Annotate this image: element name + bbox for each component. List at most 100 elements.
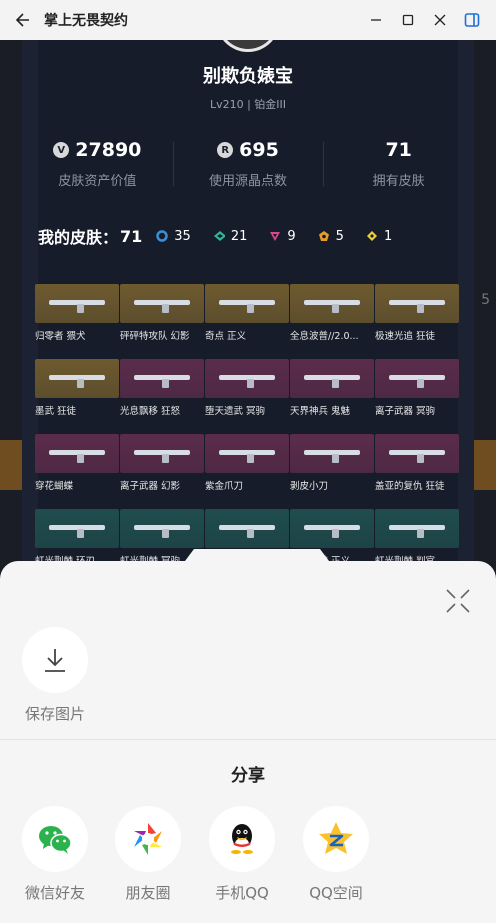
save-image-circle	[22, 627, 88, 693]
skin-thumbnail	[35, 509, 119, 548]
tier-ultra: 1	[366, 229, 392, 244]
stats-row: V 27890 皮肤资产价值 R 695 使用源晶点数 71 拥有皮肤	[22, 136, 474, 196]
card-right-stripe	[458, 40, 474, 580]
background-right-accent	[474, 440, 496, 490]
weapon-grip	[332, 529, 339, 538]
share-qzone-button[interactable]: QQ空间	[303, 806, 369, 903]
skin-label: 天界神兵 鬼魅	[290, 406, 351, 417]
maximize-button[interactable]	[392, 0, 424, 40]
weapon-grip	[417, 529, 424, 538]
tier-count: 35	[174, 228, 191, 244]
weapon-grip	[162, 304, 169, 313]
minimize-button[interactable]	[360, 0, 392, 40]
weapon-grip	[162, 379, 169, 388]
tier-exclusive: 5	[318, 229, 344, 244]
skin-label: 盖亚的复仇 狂徒	[375, 481, 445, 492]
weapon-grip	[332, 379, 339, 388]
skin-thumbnail	[35, 284, 119, 323]
skin-item: 离子武器 幻影	[120, 434, 204, 492]
moments-icon	[134, 823, 162, 855]
tier-select: 35	[156, 229, 191, 244]
share-label: 朋友圈	[125, 884, 171, 902]
skin-thumbnail	[205, 509, 289, 548]
close-window-button[interactable]	[424, 0, 456, 40]
weapon-grip	[247, 529, 254, 538]
skin-item: 极速光追 狂徒	[375, 284, 459, 342]
window-title: 掌上无畏契约	[44, 13, 128, 29]
player-level: Lv210 | 铂金III	[209, 98, 287, 111]
sheet-close-button[interactable]	[440, 583, 476, 619]
skin-item: 奇点 正义	[205, 284, 289, 342]
window-titlebar: 掌上无畏契约	[0, 0, 496, 40]
weapon-grip	[77, 454, 84, 463]
close-icon	[434, 14, 446, 26]
skin-label: 离子武器 幻影	[120, 481, 181, 492]
stat-label: 皮肤资产价值	[58, 174, 137, 189]
share-qq-button[interactable]: 手机QQ	[209, 806, 275, 903]
avatar	[216, 40, 280, 52]
back-button[interactable]	[0, 0, 44, 40]
share-wechat-button[interactable]: 微信好友	[22, 806, 88, 903]
weapon-grip	[417, 379, 424, 388]
skin-label: 穿花蝴蝶	[35, 481, 74, 492]
save-image-button[interactable]: 保存图片	[22, 627, 88, 724]
player-name: 别欺负婊宝	[203, 66, 293, 87]
tier-exclusive-icon	[318, 230, 330, 242]
wechat-icon	[39, 826, 72, 854]
skin-label: 砰砰特攻队 幻影	[120, 331, 190, 342]
tier-count: 21	[230, 228, 248, 244]
skin-item: 离子武器 冥驹	[375, 359, 459, 417]
skin-item: 穿花蝴蝶	[35, 434, 119, 492]
share-label: 手机QQ	[215, 884, 269, 902]
skin-thumbnail	[205, 434, 289, 473]
stat-radianite: R 695 使用源晶点数	[172, 136, 324, 196]
skin-item: 紫金爪刀	[205, 434, 289, 492]
share-title: 分享	[231, 766, 265, 786]
sidebar-icon	[464, 13, 480, 27]
skin-item: 虹光荆棘 判官	[375, 509, 459, 567]
skin-label: 墨武 狂徒	[35, 406, 77, 417]
skin-thumbnail	[120, 359, 204, 398]
weapon-grip	[247, 304, 254, 313]
weapon-grip	[162, 529, 169, 538]
skin-thumbnail	[290, 284, 374, 323]
share-moments-button[interactable]: 朋友圈	[115, 806, 181, 903]
skin-thumbnail	[120, 509, 204, 548]
skin-thumbnail	[375, 509, 459, 548]
skin-thumbnail	[290, 434, 374, 473]
skin-label: 离子武器 冥驹	[375, 406, 436, 417]
share-label: QQ空间	[309, 884, 363, 902]
stat-value: 695	[239, 139, 279, 161]
skin-item: 虹光荆棘 环刃	[35, 509, 119, 567]
download-icon	[45, 649, 65, 672]
skin-thumbnail	[290, 359, 374, 398]
skin-thumbnail	[205, 284, 289, 323]
skin-item: 堕天遗武 冥驹	[205, 359, 289, 417]
weapon-grip	[417, 454, 424, 463]
stat-value: 71	[385, 139, 412, 161]
tier-deluxe-icon	[213, 230, 225, 242]
weapon-grip	[77, 304, 84, 313]
skin-label: 奇点 正义	[205, 331, 247, 342]
weapon-grip	[77, 529, 84, 538]
weapon-grip	[332, 454, 339, 463]
valorant-points-icon: V	[53, 142, 70, 158]
sheet-divider	[0, 739, 496, 740]
tier-count: 9	[287, 228, 296, 244]
stat-owned-skins: 71 拥有皮肤	[323, 136, 474, 196]
skin-item: 墨武 狂徒	[35, 359, 119, 417]
tier-premium: 9	[269, 228, 296, 244]
skin-item: 光息飘移 狂怒	[120, 359, 204, 417]
skin-label: 光息飘移 狂怒	[120, 406, 181, 417]
weapon-grip	[332, 304, 339, 313]
skin-thumbnail	[375, 434, 459, 473]
sidebar-toggle-button[interactable]	[456, 0, 488, 40]
skin-thumbnail	[205, 359, 289, 398]
minimize-icon	[371, 19, 381, 21]
skin-item: 盖亚的复仇 狂徒	[375, 434, 459, 492]
share-sheet: 保存图片 分享 微信好友 朋友圈 手机QQ QQ空间	[0, 549, 496, 923]
skin-label: 紫金爪刀	[205, 481, 244, 492]
weapon-grip	[77, 379, 84, 388]
skin-label: 极速光追 狂徒	[375, 331, 436, 342]
skins-total: 71	[120, 226, 143, 246]
